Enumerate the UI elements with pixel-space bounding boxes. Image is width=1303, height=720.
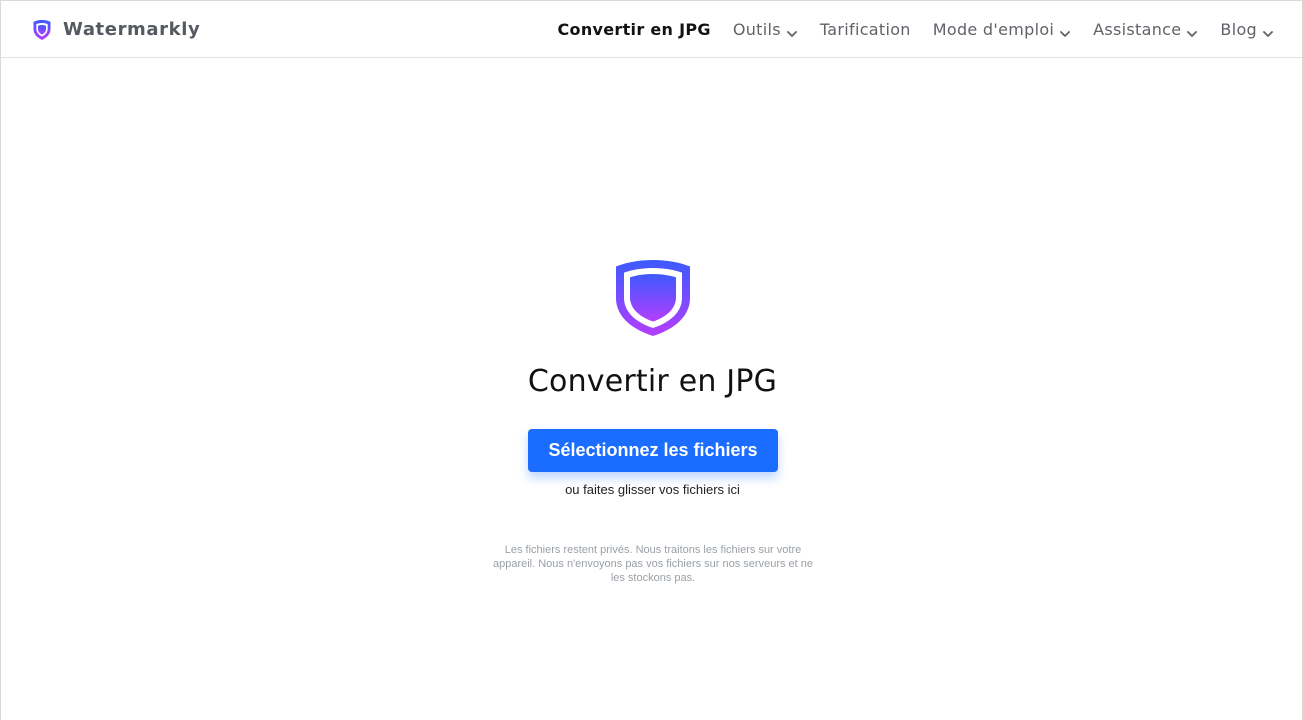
page-title: Convertir en JPG: [527, 364, 778, 399]
nav-item-label: Assistance: [1093, 20, 1182, 39]
brand-name: Watermarkly: [63, 19, 201, 40]
nav-item-label: Mode d'emploi: [932, 20, 1055, 39]
chevron-down-icon: [1262, 25, 1274, 37]
chevron-down-icon: [1059, 25, 1071, 37]
nav-item-outils[interactable]: Outils: [733, 20, 798, 40]
top-navbar: Watermarkly Convertir en JPG Outils Tari…: [1, 1, 1302, 58]
chevron-down-icon: [1186, 25, 1198, 37]
nav-item-label: Tarification: [819, 20, 911, 39]
nav-item-tarification[interactable]: Tarification: [820, 20, 911, 40]
nav-item-mode-d-emploi[interactable]: Mode d'emploi: [933, 20, 1071, 40]
chevron-down-icon: [786, 25, 798, 37]
privacy-note: Les fichiers restent privés. Nous traito…: [492, 544, 814, 584]
main-nav: Convertir en JPG Outils Tarification Mod…: [535, 20, 1274, 40]
nav-item-label: Convertir en JPG: [557, 20, 711, 39]
select-files-button[interactable]: Sélectionnez les fichiers: [528, 429, 778, 472]
brand-shield-icon: [32, 19, 52, 41]
nav-item-assistance[interactable]: Assistance: [1093, 20, 1198, 40]
nav-item-label: Outils: [732, 20, 781, 39]
page: Watermarkly Convertir en JPG Outils Tari…: [0, 0, 1303, 720]
drop-hint: ou faites glisser vos fichiers ici: [565, 482, 740, 497]
nav-item-convertir-en-jpg[interactable]: Convertir en JPG: [557, 20, 710, 40]
nav-item-label: Blog: [1220, 20, 1257, 39]
shield-icon: [613, 259, 693, 337]
nav-item-blog[interactable]: Blog: [1220, 20, 1274, 40]
brand-link[interactable]: Watermarkly: [32, 19, 200, 41]
